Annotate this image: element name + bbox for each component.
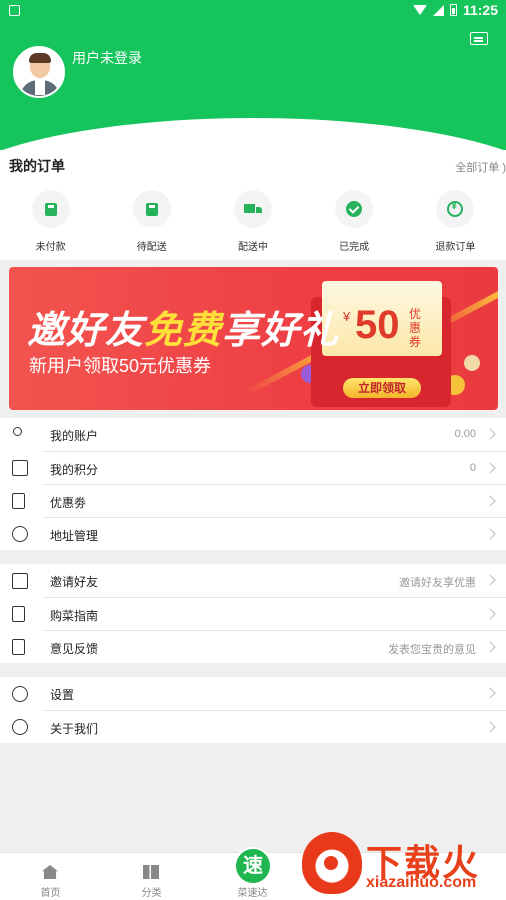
menu-label: 设置	[50, 688, 75, 702]
invite-banner[interactable]: ¥ 50 优惠券 立即领取 邀好友免费享好礼 新用户领取50元优惠券	[9, 267, 498, 410]
points-icon	[12, 460, 28, 476]
chevron-right-icon	[484, 495, 496, 507]
location-icon	[12, 526, 28, 542]
chevron-right-icon	[484, 721, 496, 733]
app-notification-icon	[9, 5, 20, 16]
menu-label: 我的积分	[50, 463, 99, 477]
check-icon	[346, 201, 363, 217]
category-icon	[143, 865, 159, 879]
order-completed[interactable]: 已完成	[304, 190, 405, 253]
all-orders-link[interactable]: 全部订单 )	[455, 159, 506, 175]
login-status-text[interactable]: 用户未登录	[72, 48, 142, 68]
coupon-currency: ¥	[343, 309, 351, 324]
points-value: 0	[469, 462, 476, 474]
order-label: 未付款	[35, 242, 66, 253]
message-icon[interactable]	[470, 32, 488, 45]
status-time: 11:25	[462, 2, 498, 18]
chevron-right-icon	[484, 428, 496, 440]
service-menu-group: 邀请好友 邀请好友享优惠 购菜指南 意见反馈 发表您宝贵的意见	[0, 564, 506, 663]
refund-icon	[447, 201, 464, 217]
order-label: 退款订单	[435, 242, 476, 253]
orders-title: 我的订单	[9, 158, 65, 174]
settings-menu-group: 设置 关于我们	[0, 677, 506, 743]
menu-label: 优惠劵	[50, 496, 87, 510]
menu-settings[interactable]: 设置	[0, 677, 506, 710]
feedback-icon	[12, 639, 25, 655]
menu-label: 我的账户	[50, 429, 99, 443]
gift-icon	[12, 573, 28, 589]
order-label: 待配送	[136, 242, 167, 253]
nav-label: 分类	[141, 888, 162, 899]
menu-guide[interactable]: 购菜指南	[0, 597, 506, 630]
order-refund[interactable]: 退款订单	[405, 190, 506, 253]
order-delivering[interactable]: 配送中	[202, 190, 303, 253]
guide-icon	[12, 606, 25, 622]
menu-label: 关于我们	[50, 722, 99, 736]
menu-about[interactable]: 关于我们	[0, 710, 506, 743]
order-pending-delivery[interactable]: 待配送	[101, 190, 202, 253]
menu-my-account[interactable]: 我的账户 0.00	[0, 418, 506, 451]
menu-hint: 邀请好友享优惠	[399, 577, 476, 589]
home-icon	[42, 865, 58, 879]
nav-speed[interactable]: 菜速达	[202, 853, 303, 900]
chevron-right-icon	[484, 687, 496, 699]
menu-coupons[interactable]: 优惠劵	[0, 484, 506, 517]
info-icon	[12, 719, 28, 735]
menu-feedback[interactable]: 意见反馈 发表您宝贵的意见	[0, 630, 506, 663]
chevron-right-icon	[484, 641, 496, 653]
bag-icon	[44, 202, 57, 216]
banner-title: 邀好友免费享好礼	[27, 310, 340, 352]
coupon-amount: 50	[355, 303, 400, 347]
settings-icon	[12, 686, 28, 702]
nav-label: 菜速达	[237, 888, 268, 899]
nav-home[interactable]: 首页	[0, 853, 101, 900]
banner-subtitle: 新用户领取50元优惠券	[29, 356, 212, 376]
order-label: 配送中	[237, 242, 268, 253]
signal-icon	[432, 4, 444, 16]
coupon-icon	[12, 493, 25, 509]
order-unpaid[interactable]: 未付款	[0, 190, 101, 253]
menu-label: 购菜指南	[50, 609, 99, 623]
coupon-desc: 优惠券	[409, 307, 422, 349]
chevron-right-icon	[484, 608, 496, 620]
watermark-url: xiazaihuo.com	[366, 874, 477, 891]
menu-address[interactable]: 地址管理	[0, 517, 506, 550]
bag-icon	[145, 202, 158, 216]
menu-label: 意见反馈	[50, 642, 99, 656]
site-watermark: 下载火 xiazaihuo.com	[300, 828, 506, 900]
nav-label: 首页	[40, 888, 61, 899]
menu-invite[interactable]: 邀请好友 邀请好友享优惠	[0, 564, 506, 597]
wifi-icon	[412, 5, 427, 15]
menu-label: 地址管理	[50, 529, 99, 543]
battery-icon	[449, 4, 457, 16]
account-icon	[13, 427, 22, 436]
orders-section: 我的订单 全部订单 ) 未付款 待配送 配送中 已完成 退款订单	[0, 150, 506, 260]
truck-icon	[243, 203, 262, 215]
nav-category[interactable]: 分类	[101, 853, 202, 900]
account-menu-group: 我的账户 0.00 我的积分 0 优惠劵 地址管理	[0, 418, 506, 550]
order-label: 已完成	[339, 242, 370, 253]
account-balance: 0.00	[454, 428, 476, 440]
avatar[interactable]	[13, 46, 65, 98]
claim-button[interactable]: 立即领取	[343, 378, 421, 398]
chevron-right-icon	[484, 574, 496, 586]
chevron-right-icon	[484, 462, 496, 474]
chevron-right-icon	[484, 528, 496, 540]
status-bar: 11:25	[0, 0, 506, 22]
menu-label: 邀请好友	[50, 575, 99, 589]
profile-header: 11:25	[0, 0, 506, 150]
menu-my-points[interactable]: 我的积分 0	[0, 451, 506, 484]
menu-hint: 发表您宝贵的意见	[388, 644, 476, 656]
